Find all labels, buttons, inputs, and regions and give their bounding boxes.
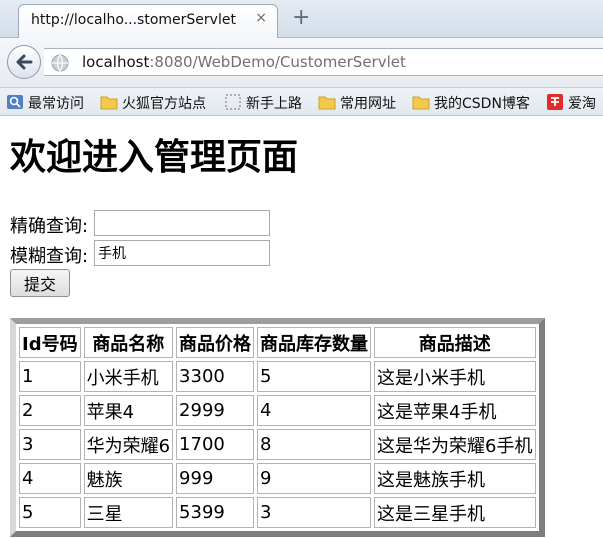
product-table: Id号码 商品名称 商品价格 商品库存数量 商品描述 1 小米手机 3300 5… bbox=[16, 324, 539, 531]
table-row: 5 三星 5399 3 这是三星手机 bbox=[19, 497, 536, 528]
globe-icon bbox=[51, 54, 69, 72]
tab-title: http://localho...stomerServlet bbox=[31, 12, 236, 28]
cell-name: 小米手机 bbox=[83, 361, 174, 392]
header-name: 商品名称 bbox=[83, 327, 174, 358]
browser-tab[interactable]: http://localho...stomerServlet × bbox=[18, 4, 278, 38]
cell-stock: 5 bbox=[257, 361, 372, 392]
tab-strip: http://localho...stomerServlet × + bbox=[0, 0, 603, 38]
bookmarks-toolbar: 最常访问 火狐官方站点 新手上路 常用网址 我的CSDN博客 爱淘 bbox=[0, 88, 603, 116]
cell-stock: 4 bbox=[257, 395, 372, 426]
cell-price: 999 bbox=[176, 463, 255, 494]
table-row: 3 华为荣耀6 1700 8 这是华为荣耀6手机 bbox=[19, 429, 536, 460]
cell-price: 1700 bbox=[176, 429, 255, 460]
folder-icon bbox=[412, 96, 430, 110]
back-button[interactable] bbox=[7, 45, 41, 79]
cell-price: 3300 bbox=[176, 361, 255, 392]
bookmark-label: 爱淘 bbox=[568, 96, 596, 112]
bookmark-label: 最常访问 bbox=[28, 96, 84, 112]
navigation-bar: localhost:8080/WebDemo/CustomerServlet bbox=[0, 38, 603, 88]
submit-button[interactable]: 提交 bbox=[10, 269, 70, 297]
taobao-icon bbox=[547, 94, 563, 110]
cell-stock: 9 bbox=[257, 463, 372, 494]
cell-description: 这是三星手机 bbox=[374, 497, 536, 528]
exact-query-input[interactable] bbox=[94, 210, 270, 236]
cell-description: 这是小米手机 bbox=[374, 361, 536, 392]
url-host: localhost bbox=[82, 53, 150, 71]
cell-id: 3 bbox=[19, 429, 81, 460]
folder-icon bbox=[100, 96, 118, 110]
new-tab-button[interactable]: + bbox=[292, 5, 310, 30]
cell-stock: 3 bbox=[257, 497, 372, 528]
address-bar[interactable]: localhost:8080/WebDemo/CustomerServlet bbox=[44, 48, 603, 76]
bookmarks-toolbar-icon bbox=[7, 95, 23, 109]
fuzzy-query-label: 模糊查询: bbox=[10, 246, 89, 267]
cell-description: 这是华为荣耀6手机 bbox=[374, 429, 536, 460]
cell-price: 2999 bbox=[176, 395, 255, 426]
header-stock: 商品库存数量 bbox=[257, 327, 372, 358]
bookmark-label: 火狐官方站点 bbox=[122, 96, 206, 112]
bookmark-label: 常用网址 bbox=[340, 96, 396, 112]
back-arrow-icon bbox=[16, 54, 33, 70]
cell-id: 2 bbox=[19, 395, 81, 426]
cell-name: 三星 bbox=[83, 497, 174, 528]
cell-description: 这是魅族手机 bbox=[374, 463, 536, 494]
url-path: :8080/WebDemo/CustomerServlet bbox=[149, 53, 406, 71]
table-row: 4 魅族 999 9 这是魅族手机 bbox=[19, 463, 536, 494]
cell-id: 1 bbox=[19, 361, 81, 392]
bookmark-label: 新手上路 bbox=[246, 96, 302, 112]
page-icon bbox=[225, 94, 241, 110]
exact-query-label: 精确查询: bbox=[10, 216, 89, 237]
fuzzy-query-input[interactable] bbox=[94, 240, 270, 266]
cell-name: 魅族 bbox=[83, 463, 174, 494]
url-text: localhost:8080/WebDemo/CustomerServlet bbox=[82, 53, 406, 71]
header-id: Id号码 bbox=[19, 327, 81, 358]
cell-price: 5399 bbox=[176, 497, 255, 528]
header-price: 商品价格 bbox=[176, 327, 255, 358]
folder-icon bbox=[318, 96, 336, 110]
cell-name: 苹果4 bbox=[83, 395, 174, 426]
product-table-frame: Id号码 商品名称 商品价格 商品库存数量 商品描述 1 小米手机 3300 5… bbox=[10, 318, 545, 537]
cell-id: 4 bbox=[19, 463, 81, 494]
bookmark-label: 我的CSDN博客 bbox=[434, 96, 530, 112]
page-title: 欢迎进入管理页面 bbox=[10, 137, 299, 178]
cell-description: 这是苹果4手机 bbox=[374, 395, 536, 426]
table-row: 2 苹果4 2999 4 这是苹果4手机 bbox=[19, 395, 536, 426]
close-tab-icon[interactable]: × bbox=[255, 10, 267, 26]
header-description: 商品描述 bbox=[374, 327, 536, 358]
cell-id: 5 bbox=[19, 497, 81, 528]
table-row: 1 小米手机 3300 5 这是小米手机 bbox=[19, 361, 536, 392]
table-header-row: Id号码 商品名称 商品价格 商品库存数量 商品描述 bbox=[19, 327, 536, 358]
page-content: 欢迎进入管理页面 精确查询: 模糊查询: 提交 Id号码 商品名称 商品价格 商… bbox=[0, 116, 603, 538]
cell-name: 华为荣耀6 bbox=[83, 429, 174, 460]
cell-stock: 8 bbox=[257, 429, 372, 460]
